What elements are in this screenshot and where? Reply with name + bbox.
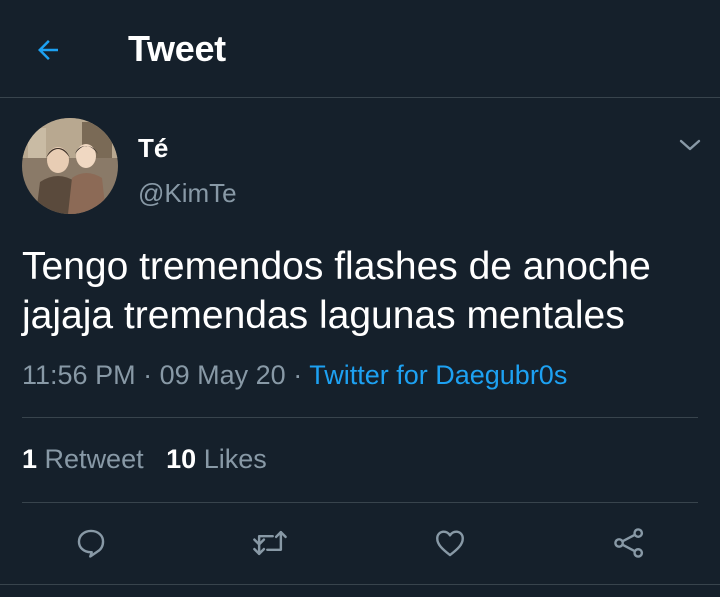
reply-button[interactable] [66,518,116,568]
tweet-text-line: Tengo tremendos flashes de anoche [22,245,651,288]
tweet-source-link[interactable]: Twitter for Daegubr0s [309,360,567,390]
retweets-count: 1 [22,444,38,474]
chevron-down-icon [679,139,701,151]
divider [22,502,698,503]
arrow-left-icon [38,40,58,60]
meta-separator: · [143,360,153,390]
tweet-stats: 1 Retweet 10 Likes [22,444,267,475]
likes-count: 10 [166,444,197,474]
reply-icon [77,529,105,558]
like-button[interactable] [425,518,475,568]
retweet-icon [253,530,287,556]
author-handle[interactable]: @KimTe [138,178,237,209]
divider [0,584,720,585]
back-button[interactable] [28,30,68,70]
meta-separator: · [293,360,303,390]
author-display-name[interactable]: Té [138,133,168,164]
avatar[interactable] [22,118,118,214]
retweet-button[interactable] [245,518,295,568]
tweet-time: 11:56 PM [22,360,136,390]
tweet-meta: 11:56 PM · 09 May 20 · Twitter for Daegu… [22,360,567,391]
likes-label: Likes [203,444,267,474]
tweet-text: Tengo tremendos flashes de anoche jajaja… [22,242,712,340]
retweets-stat[interactable]: 1 Retweet [22,444,144,474]
more-options-button[interactable] [672,130,708,160]
page-title: Tweet [128,28,226,69]
tweet-date: 09 May 20 [159,360,286,390]
avatar-photo [22,118,118,214]
retweets-label: Retweet [44,444,144,474]
share-button[interactable] [604,518,654,568]
likes-stat[interactable]: 10 Likes [166,444,267,474]
share-icon [614,528,644,558]
heart-icon [436,530,464,557]
top-bar: Tweet [0,0,720,98]
divider [22,417,698,418]
tweet-text-line: jajaja tremendas lagunas mentales [22,294,625,337]
action-bar [0,510,720,576]
